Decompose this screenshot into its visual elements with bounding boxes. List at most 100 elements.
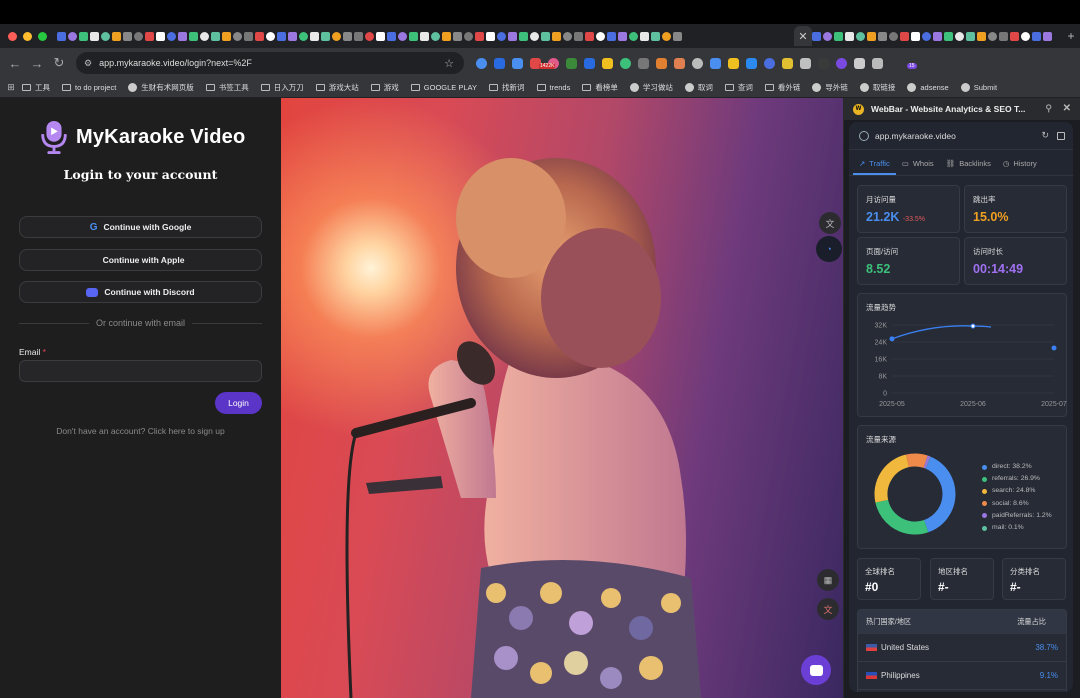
tab-favicon-icon[interactable] bbox=[486, 31, 495, 41]
close-icon[interactable]: ✕ bbox=[1063, 103, 1071, 114]
extension-icon[interactable] bbox=[854, 57, 865, 69]
tab-favicon-icon[interactable] bbox=[409, 31, 418, 41]
extension-icon[interactable] bbox=[746, 57, 757, 69]
bookmark-item[interactable]: 看外链 bbox=[764, 82, 800, 93]
tab-favicon-icon[interactable] bbox=[57, 31, 66, 41]
tab-favicon-icon[interactable] bbox=[966, 31, 975, 41]
tab-favicon-icon[interactable] bbox=[189, 31, 198, 41]
extension-icon[interactable] bbox=[656, 57, 667, 69]
tab-favicon-icon[interactable] bbox=[618, 31, 627, 41]
tab-favicon-icon[interactable] bbox=[629, 31, 638, 41]
tab-favicon-icon[interactable] bbox=[442, 31, 451, 41]
tab-favicon-icon[interactable] bbox=[1043, 31, 1052, 41]
tab-favicon-icon[interactable] bbox=[607, 31, 616, 41]
login-button[interactable]: Login bbox=[215, 392, 262, 414]
tab-favicon-icon[interactable] bbox=[845, 31, 854, 41]
tab-favicon-icon[interactable] bbox=[673, 31, 682, 41]
tab-favicon-icon[interactable] bbox=[255, 31, 264, 41]
tab-favicon-icon[interactable] bbox=[662, 31, 671, 41]
tab-favicon-icon[interactable] bbox=[365, 31, 374, 41]
tab-favicon-icon[interactable] bbox=[112, 31, 121, 41]
tab-favicon-icon[interactable] bbox=[900, 31, 909, 41]
bookmark-item[interactable]: 游戏 bbox=[370, 82, 399, 93]
tab-favicon-icon[interactable] bbox=[651, 31, 660, 41]
tab-history[interactable]: ◷ History bbox=[997, 159, 1043, 175]
table-row[interactable]: Philippines 9.1% bbox=[858, 662, 1066, 690]
bookmark-item[interactable]: 查词 bbox=[724, 82, 753, 93]
tab-favicon-icon[interactable] bbox=[420, 31, 429, 41]
extension-icon[interactable] bbox=[728, 57, 739, 69]
tab-favicon-icon[interactable] bbox=[354, 31, 363, 41]
tab-favicon-icon[interactable] bbox=[834, 31, 843, 41]
tab-favicon-icon[interactable] bbox=[999, 31, 1008, 41]
tab-favicon-icon[interactable] bbox=[222, 31, 231, 41]
tab-close-icon[interactable]: ✕ bbox=[794, 26, 812, 46]
reload-icon[interactable]: ↻ bbox=[48, 55, 70, 71]
tab-favicon-icon[interactable] bbox=[244, 31, 253, 41]
zoom-window-button[interactable] bbox=[38, 31, 47, 41]
tab-favicon-icon[interactable] bbox=[552, 31, 561, 41]
bookmark-item[interactable]: 书签工具 bbox=[205, 82, 249, 93]
tab-favicon-icon[interactable] bbox=[123, 31, 132, 41]
refresh-icon[interactable]: ↻ bbox=[1041, 130, 1049, 141]
extension-icon[interactable] bbox=[638, 57, 649, 69]
table-row[interactable]: United States 38.7% bbox=[858, 634, 1066, 662]
tab-favicon-icon[interactable] bbox=[310, 31, 319, 41]
tab-favicon-icon[interactable] bbox=[453, 31, 462, 41]
tab-favicon-icon[interactable] bbox=[200, 31, 209, 41]
tab-favicon-icon[interactable] bbox=[878, 31, 887, 41]
chat-button[interactable] bbox=[801, 655, 831, 685]
tab-favicon-icon[interactable] bbox=[911, 31, 920, 41]
tab-favicon-icon[interactable] bbox=[497, 31, 506, 41]
tab-favicon-icon[interactable] bbox=[299, 31, 308, 41]
tab-favicon-icon[interactable] bbox=[944, 31, 953, 41]
bookmark-item[interactable]: 工具 bbox=[22, 82, 50, 93]
tab-favicon-icon[interactable] bbox=[156, 31, 165, 41]
signup-link[interactable]: Don't have an account? Click here to sig… bbox=[0, 426, 281, 436]
tab-favicon-icon[interactable] bbox=[574, 31, 583, 41]
extension-icon[interactable] bbox=[764, 57, 775, 69]
tab-favicon-icon[interactable] bbox=[867, 31, 876, 41]
bookmark-item[interactable]: to do project bbox=[62, 82, 116, 93]
tab-favicon-icon[interactable] bbox=[266, 31, 275, 41]
extension-icon[interactable] bbox=[584, 57, 595, 69]
extension-icon[interactable] bbox=[692, 57, 703, 69]
tab-favicon-icon[interactable] bbox=[977, 31, 986, 41]
bookmark-item[interactable]: 看榜单 bbox=[582, 82, 618, 93]
tab-favicon-icon[interactable] bbox=[90, 31, 99, 41]
email-field[interactable] bbox=[19, 360, 262, 382]
tab-favicon-icon[interactable] bbox=[431, 31, 440, 41]
extension-icon[interactable] bbox=[836, 57, 847, 69]
address-bar[interactable]: ⚙ app.mykaraoke.video/login?next=%2F ☆ bbox=[76, 52, 464, 74]
close-window-button[interactable] bbox=[8, 31, 17, 41]
pin-icon[interactable]: ⚲ bbox=[1045, 103, 1052, 114]
tab-favicon-icon[interactable] bbox=[508, 31, 517, 41]
extension-icon[interactable] bbox=[512, 57, 523, 69]
qr-icon[interactable]: ▦ bbox=[817, 569, 839, 591]
bookmark-item[interactable]: Submit bbox=[960, 82, 997, 93]
tab-favicon-icon[interactable] bbox=[955, 31, 964, 41]
tab-favicon-icon[interactable] bbox=[343, 31, 352, 41]
tab-traffic[interactable]: ↗ Traffic bbox=[853, 159, 896, 175]
tab-favicon-icon[interactable] bbox=[68, 31, 77, 41]
tab-favicon-icon[interactable] bbox=[475, 31, 484, 41]
extension-icon[interactable] bbox=[674, 57, 685, 69]
google-login-button[interactable]: G Continue with Google bbox=[19, 216, 262, 238]
tab-favicon-icon[interactable] bbox=[988, 31, 997, 41]
extension-icon[interactable] bbox=[494, 57, 505, 69]
tab-favicon-icon[interactable] bbox=[134, 31, 143, 41]
extension-icon[interactable] bbox=[710, 57, 721, 69]
tab-favicon-icon[interactable] bbox=[823, 31, 832, 41]
tab-favicon-icon[interactable] bbox=[233, 31, 242, 41]
tab-favicon-icon[interactable] bbox=[79, 31, 88, 41]
tab-favicon-icon[interactable] bbox=[541, 31, 550, 41]
bookmark-item[interactable]: 学习做站 bbox=[629, 82, 673, 93]
tab-whois[interactable]: ▭ Whois bbox=[896, 159, 940, 175]
tab-favicon-icon[interactable] bbox=[519, 31, 528, 41]
tab-favicon-icon[interactable] bbox=[933, 31, 942, 41]
tab-favicon-icon[interactable] bbox=[585, 31, 594, 41]
forward-icon[interactable]: → bbox=[26, 56, 48, 71]
back-icon[interactable]: ← bbox=[4, 56, 26, 71]
tab-favicon-icon[interactable] bbox=[398, 31, 407, 41]
tab-favicon-icon[interactable] bbox=[277, 31, 286, 41]
